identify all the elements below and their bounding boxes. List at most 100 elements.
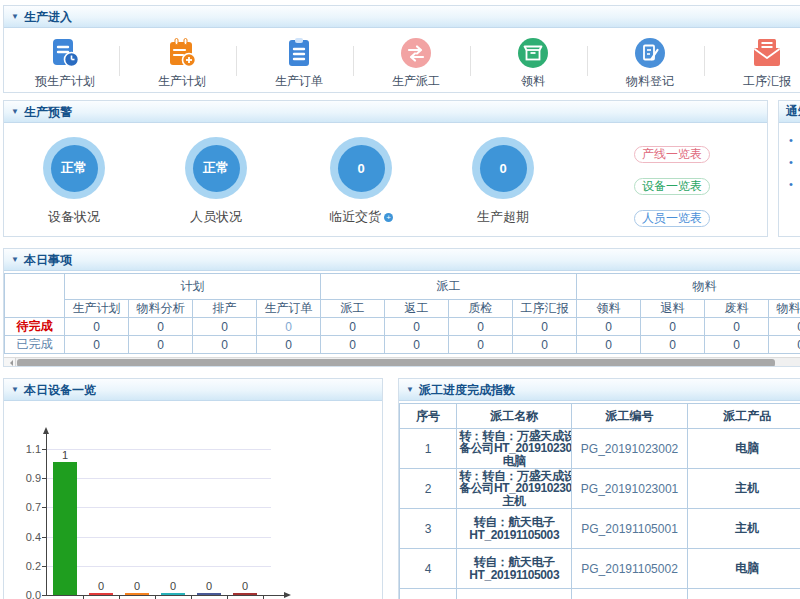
cell-product: 电脑	[687, 429, 800, 469]
cell: 0	[65, 336, 129, 354]
x-tick-mark	[155, 595, 156, 599]
gauge-near-delivery: 0 临近交货+	[306, 137, 416, 226]
gauge-label: 设备状况	[19, 208, 129, 226]
entry-item-label: 领料	[477, 73, 589, 90]
chart-bar	[125, 593, 149, 595]
chart-bar	[53, 462, 77, 595]
cell-no: 2	[400, 469, 457, 509]
cell: 0	[385, 318, 449, 336]
cell: 0	[513, 336, 577, 354]
divider	[470, 46, 471, 76]
gauge-value: 正常	[193, 145, 240, 192]
entry-item-label: 生产计划	[126, 73, 238, 90]
panel-title: 本日设备一览	[24, 383, 96, 397]
cell: 0	[449, 318, 513, 336]
column-header: 废料	[705, 300, 769, 318]
entry-item-material-register[interactable]: 物料登记	[594, 37, 706, 90]
notice-item[interactable]: •	[789, 129, 800, 151]
panel-today-devices-header[interactable]: ▼ 本日设备一览	[4, 379, 382, 401]
panel-title: 通知公告	[786, 104, 800, 118]
x-tick-mark	[83, 595, 84, 599]
entry-item-production-order[interactable]: 生产订单	[243, 37, 355, 90]
cell-product: 电脑	[687, 549, 800, 589]
corner-cell	[5, 274, 65, 318]
group-header-material: 物料	[577, 274, 800, 300]
y-tick-mark	[42, 507, 46, 508]
gauge-label: 人员状况	[161, 208, 271, 226]
column-header: 派工名称	[457, 404, 572, 429]
bullet-icon: •	[789, 178, 793, 190]
table-row: 4 转自：航天电子 HT_20191105003 PG_20191105002 …	[400, 549, 800, 589]
column-header: 派工	[321, 300, 385, 318]
gauge-circle[interactable]: 正常	[43, 137, 105, 199]
gauge-circle[interactable]: 0	[330, 137, 392, 199]
column-header: 质检	[449, 300, 513, 318]
cell: 0	[449, 336, 513, 354]
column-header: 物料登记	[769, 300, 800, 318]
bar-value-label: 0	[242, 580, 248, 592]
horizontal-scrollbar[interactable]	[4, 357, 800, 367]
collapse-caret-icon: ▼	[11, 379, 19, 400]
bar-value-label: 0	[170, 580, 176, 592]
cell-name	[457, 589, 572, 599]
y-tick-label: 0.7	[4, 501, 41, 513]
pre-plan-doc-clock-icon	[49, 37, 81, 69]
notice-item[interactable]: •	[789, 151, 800, 173]
button-device-list[interactable]: 设备一览表	[634, 178, 710, 195]
gauge-circle[interactable]: 正常	[185, 137, 247, 199]
cell-link[interactable]: 0	[257, 318, 321, 336]
row-label-done: 已完成	[5, 336, 65, 354]
collapse-caret-icon: ▼	[11, 249, 19, 270]
cell: 0	[577, 336, 641, 354]
panel-title: 派工进度完成指数	[419, 383, 515, 397]
panel-today-items-header[interactable]: ▼本日事项	[4, 249, 800, 271]
entry-item-production-plan[interactable]: 生产计划	[126, 37, 238, 90]
row-label-pending: 待完成	[5, 318, 65, 336]
panel-production-entry-header[interactable]: ▼生产进入	[4, 6, 800, 28]
entry-item-label: 生产订单	[243, 73, 355, 90]
panel-production-warning-header[interactable]: ▼生产预警	[4, 101, 767, 123]
entry-item-production-dispatch[interactable]: 生产派工	[360, 37, 472, 90]
button-personnel-list[interactable]: 人员一览表	[634, 210, 710, 227]
collapse-caret-icon: ▼	[11, 101, 19, 122]
column-header: 派工产品	[687, 404, 800, 429]
panel-today-items: ▼本日事项 计划 派工 物料 生产计划 物料分析 排产 生产订单 派工 返工 质…	[3, 248, 800, 367]
y-tick-label: 1.1	[4, 443, 41, 455]
entry-item-material-pick[interactable]: 领料	[477, 37, 589, 90]
gridline	[47, 566, 271, 567]
divider	[236, 46, 237, 76]
notice-item[interactable]: •	[789, 173, 800, 195]
cell: 0	[513, 318, 577, 336]
scrollbar-thumb[interactable]	[17, 359, 775, 367]
gauge-circle[interactable]: 0	[472, 137, 534, 199]
cell-product	[687, 589, 800, 599]
calendar-plus-icon	[166, 37, 198, 69]
divider	[587, 46, 588, 76]
gridline	[47, 537, 271, 538]
cell: 0	[385, 336, 449, 354]
bar-value-label: 0	[98, 580, 104, 592]
table-row: 1 转：转自：万盛天成设 备公司HT_20191023001 电脑 PG_201…	[400, 429, 800, 469]
cell-no: 4	[400, 549, 457, 589]
gauge-value: 正常	[51, 145, 98, 192]
column-header: 工序汇报	[513, 300, 577, 318]
info-icon[interactable]: +	[384, 213, 393, 222]
entry-item-label: 生产派工	[360, 73, 472, 90]
chart-bar	[161, 593, 185, 595]
gridline	[47, 507, 271, 508]
cell-name: 转自：航天电子 HT_20191105003	[457, 509, 572, 549]
panel-dispatch-progress-header[interactable]: ▼派工进度完成指数	[399, 379, 800, 401]
scroll-left-button[interactable]	[4, 358, 16, 367]
chart-bar	[89, 593, 113, 595]
entry-item-label: 工序汇报	[711, 73, 800, 90]
entry-item-process-report[interactable]: 工序汇报	[711, 37, 800, 90]
material-box-icon	[517, 37, 549, 69]
button-line-list[interactable]: 产线一览表	[634, 146, 710, 163]
entry-item-pre-production-plan[interactable]: 预生产计划	[9, 37, 121, 90]
column-header: 生产订单	[257, 300, 321, 318]
cell-code	[572, 589, 687, 599]
cell: 0	[321, 336, 385, 354]
device-bar-chart: 0.00.20.40.70.91.1100000	[4, 403, 382, 599]
y-axis	[46, 431, 47, 596]
gauge-label: 生产超期	[448, 208, 558, 226]
